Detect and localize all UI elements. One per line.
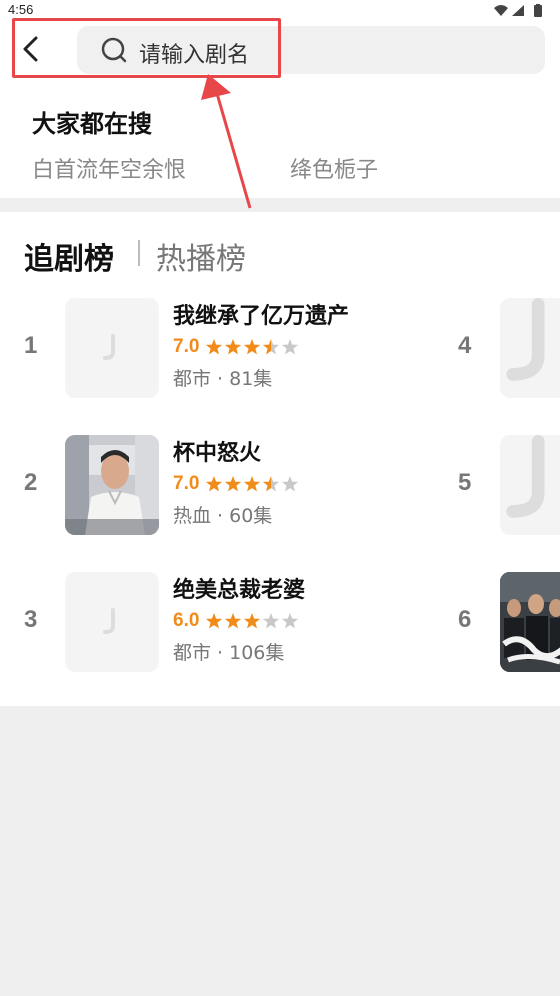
rating-stars (205, 476, 299, 492)
hot-search-title: 大家都在搜 (32, 110, 152, 138)
star-icon (262, 613, 280, 629)
placeholder-icon (103, 334, 115, 360)
ranking-item[interactable]: 5 (0, 433, 560, 537)
cover-image (500, 572, 560, 672)
hot-search-item[interactable]: 绛色栀子 (290, 152, 378, 184)
genre-episodes: 都市 · 81集 (173, 368, 273, 390)
rank-number: 5 (458, 469, 472, 496)
rating-score: 6.0 (173, 610, 200, 631)
drama-title: 绝美总裁老婆 (173, 578, 306, 603)
star-icon (243, 339, 261, 355)
star-icon (281, 476, 299, 492)
wifi-icon (494, 5, 508, 16)
tab-divider (138, 240, 140, 266)
star-icon (243, 613, 261, 629)
rating-score: 7.0 (173, 473, 200, 494)
placeholder-icon (103, 608, 115, 634)
search-input[interactable]: 请输入剧名 (77, 26, 545, 74)
genre-episodes: 都市 · 106集 (173, 642, 285, 664)
drama-title: 我继承了亿万遗产 (173, 304, 350, 329)
rating-stars (205, 613, 299, 629)
star-icon (281, 339, 299, 355)
status-time: 4:56 (8, 2, 34, 17)
star-icon (281, 613, 299, 629)
star-icon (262, 339, 280, 355)
hot-search-item[interactable]: 白首流年空余恨 (32, 152, 186, 184)
search-header: 请输入剧名 大家都在搜 白首流年空余恨 绛色栀子 (0, 18, 560, 198)
star-icon (205, 613, 223, 629)
ranking-item[interactable]: 6 (0, 570, 560, 674)
back-arrow-icon[interactable] (20, 36, 44, 62)
star-icon (205, 476, 223, 492)
rank-number: 6 (458, 606, 472, 633)
ranking-panel: 追剧榜 热播榜 1 我继承了亿万遗产 7.0 都市 · 81集 2 杯中怒火 7… (0, 212, 560, 706)
status-bar: 4:56 (0, 0, 560, 22)
star-icon (205, 339, 223, 355)
tab-chase-ranking[interactable]: 追剧榜 (24, 234, 114, 278)
drama-title: 杯中怒火 (173, 441, 262, 466)
star-icon (243, 476, 261, 492)
placeholder-icon (506, 298, 545, 381)
search-placeholder: 请输入剧名 (139, 43, 250, 68)
search-icon (101, 37, 127, 63)
status-icons (494, 4, 542, 17)
rating-score: 7.0 (173, 336, 200, 357)
rating-stars (205, 339, 299, 355)
cover-placeholder (500, 298, 560, 398)
star-icon (224, 613, 242, 629)
ranking-item[interactable]: 4 (0, 296, 560, 400)
cover-placeholder (500, 435, 560, 535)
cover-photo-group (500, 572, 560, 672)
star-icon (224, 476, 242, 492)
star-icon (262, 476, 280, 492)
placeholder-icon (506, 435, 545, 518)
genre-episodes: 热血 · 60集 (173, 505, 273, 527)
signal-icon (512, 5, 524, 16)
tab-hot-ranking[interactable]: 热播榜 (156, 234, 246, 278)
star-icon (224, 339, 242, 355)
battery-icon (534, 5, 542, 17)
rank-number: 4 (458, 332, 472, 359)
